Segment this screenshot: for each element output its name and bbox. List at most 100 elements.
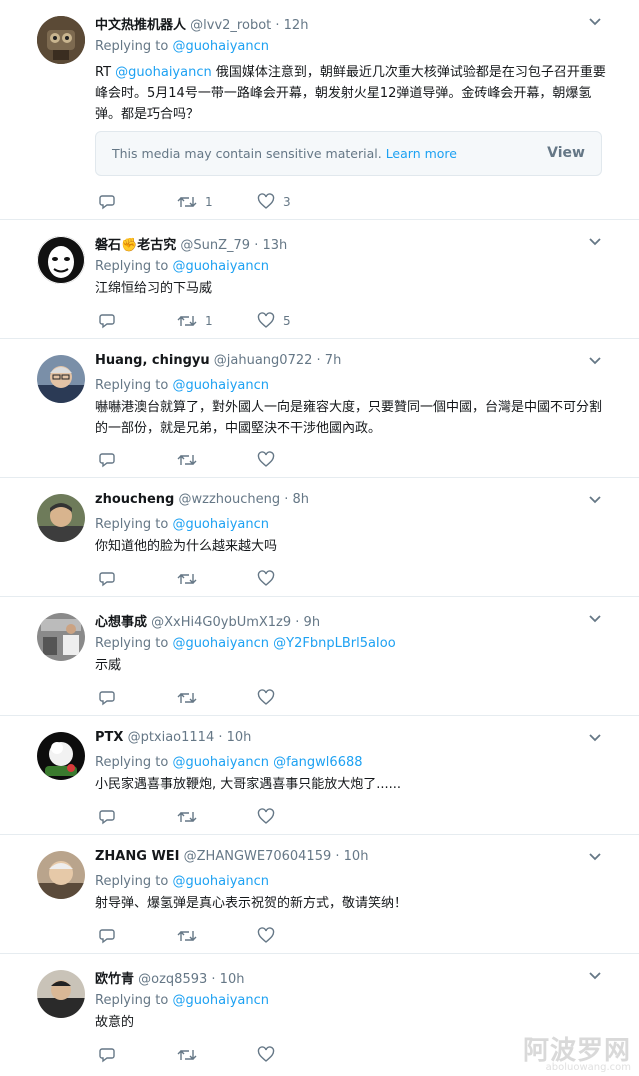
learn-more-link[interactable]: Learn more: [386, 146, 457, 161]
view-media-button[interactable]: View: [547, 145, 585, 161]
timestamp[interactable]: · 8h: [284, 492, 309, 507]
replying-to-label: Replying to: [95, 39, 173, 54]
chevron-down-icon[interactable]: [587, 233, 603, 249]
display-name[interactable]: Huang, chingyu: [95, 353, 210, 368]
heart-icon: [257, 193, 275, 209]
replying-to-label: Replying to: [95, 378, 173, 393]
reply-button[interactable]: [98, 688, 116, 708]
avatar[interactable]: [37, 851, 85, 899]
retweet-icon: [177, 455, 197, 465]
user-handle[interactable]: @XxHi4G0ybUmX1z9: [151, 615, 291, 630]
display-name[interactable]: PTX: [95, 730, 123, 745]
reply-button[interactable]: [98, 311, 116, 331]
timestamp[interactable]: · 10h: [218, 730, 251, 745]
chevron-down-icon[interactable]: [587, 352, 603, 368]
like-button[interactable]: [257, 926, 275, 946]
like-button[interactable]: [257, 450, 275, 470]
avatar[interactable]: [37, 613, 85, 661]
mention-link[interactable]: @guohaiyancn: [172, 993, 269, 1008]
retweet-button[interactable]: [177, 688, 197, 708]
like-button[interactable]: 3: [257, 192, 291, 212]
reply-button[interactable]: [98, 807, 116, 827]
reply-button[interactable]: [98, 926, 116, 946]
tweet-actions: [95, 688, 395, 708]
timestamp[interactable]: · 9h: [295, 615, 320, 630]
fist-emoji-icon: ✊: [121, 238, 138, 253]
display-name[interactable]: 磐石✊老古究: [95, 238, 176, 253]
tweet: 中文热推机器人 @lvv2_robot · 12h Replying to @g…: [0, 0, 639, 220]
user-handle[interactable]: @wzzhoucheng: [179, 492, 281, 507]
retweet-button[interactable]: [177, 926, 197, 946]
tweet-text: 小民家遇喜事放鞭炮, 大哥家遇喜事只能放大炮了......: [95, 777, 402, 792]
user-handle[interactable]: @ZHANGWE70604159: [184, 849, 332, 864]
display-name[interactable]: 中文热推机器人: [95, 18, 186, 33]
like-button[interactable]: [257, 807, 275, 827]
user-handle[interactable]: @SunZ_79: [180, 238, 250, 253]
retweet-count: 1: [205, 195, 213, 209]
retweet-button[interactable]: [177, 1045, 197, 1065]
retweet-icon: [177, 931, 197, 941]
like-button[interactable]: [257, 688, 275, 708]
reply-button[interactable]: [98, 192, 116, 212]
chevron-down-icon[interactable]: [587, 13, 603, 29]
mention-link[interactable]: @guohaiyancn: [172, 517, 269, 532]
mention-link[interactable]: @guohaiyancn: [172, 259, 269, 274]
tweet-header: 欧竹青 @ozq8593 · 10h: [95, 968, 244, 987]
display-name[interactable]: 心想事成: [95, 615, 147, 630]
mention-link[interactable]: @guohaiyancn: [172, 39, 269, 54]
like-count: 5: [283, 314, 291, 328]
avatar[interactable]: [37, 236, 85, 284]
chevron-down-icon[interactable]: [587, 967, 603, 983]
timestamp[interactable]: · 10h: [335, 849, 368, 864]
retweet-icon: [177, 693, 197, 703]
retweet-button[interactable]: [177, 450, 197, 470]
user-handle[interactable]: @lvv2_robot: [190, 18, 271, 33]
mention-link[interactable]: @guohaiyancn: [172, 874, 269, 889]
mention-link[interactable]: @guohaiyancn: [172, 378, 269, 393]
chevron-down-icon[interactable]: [587, 848, 603, 864]
display-name[interactable]: 欧竹青: [95, 972, 134, 987]
retweet-button[interactable]: 1: [177, 311, 213, 331]
like-button[interactable]: [257, 569, 275, 589]
retweet-button[interactable]: 1: [177, 192, 213, 212]
display-name[interactable]: ZHANG WEI: [95, 849, 180, 864]
reply-button[interactable]: [98, 569, 116, 589]
avatar[interactable]: [37, 355, 85, 403]
mention-link[interactable]: @Y2FbnpLBrl5aIoo: [273, 636, 396, 651]
chevron-down-icon[interactable]: [587, 729, 603, 745]
retweet-button[interactable]: [177, 569, 197, 589]
reply-icon: [99, 453, 115, 468]
heart-icon: [257, 808, 275, 824]
timestamp[interactable]: · 13h: [254, 238, 287, 253]
heart-icon: [257, 312, 275, 328]
reply-icon: [99, 195, 115, 210]
user-handle[interactable]: @ozq8593: [138, 972, 207, 987]
like-button[interactable]: [257, 1045, 275, 1065]
mention-link[interactable]: @guohaiyancn: [172, 755, 269, 770]
reply-button[interactable]: [98, 450, 116, 470]
display-name[interactable]: zhoucheng: [95, 492, 174, 507]
mention-link[interactable]: @guohaiyancn: [172, 636, 269, 651]
timestamp[interactable]: · 12h: [275, 18, 308, 33]
timestamp[interactable]: · 7h: [317, 353, 342, 368]
chevron-down-icon[interactable]: [587, 491, 603, 507]
user-handle[interactable]: @ptxiao1114: [128, 730, 215, 745]
reply-button[interactable]: [98, 1045, 116, 1065]
retweet-button[interactable]: [177, 807, 197, 827]
tweet-text: 嚇嚇港澳台就算了，對外國人一向是雍容大度，只要贊同一個中國，台灣是中國不可分割的…: [95, 400, 603, 436]
avatar[interactable]: [37, 732, 85, 780]
user-handle[interactable]: @jahuang0722: [214, 353, 313, 368]
mention-link[interactable]: @guohaiyancn: [115, 65, 212, 80]
avatar[interactable]: [37, 16, 85, 64]
chevron-down-icon[interactable]: [587, 610, 603, 626]
timestamp[interactable]: · 10h: [211, 972, 244, 987]
avatar[interactable]: [37, 970, 85, 1018]
avatar[interactable]: [37, 494, 85, 542]
tweet-text: 你知道他的脸为什么越来越大吗: [95, 539, 278, 554]
tweet-header: 心想事成 @XxHi4G0ybUmX1z9 · 9h: [95, 611, 320, 630]
like-button[interactable]: 5: [257, 311, 291, 331]
heart-icon: [257, 570, 275, 586]
replying-to: Replying to @guohaiyancn: [95, 259, 269, 274]
replying-to-label: Replying to: [95, 259, 173, 274]
mention-link[interactable]: @fangwl6688: [273, 755, 362, 770]
